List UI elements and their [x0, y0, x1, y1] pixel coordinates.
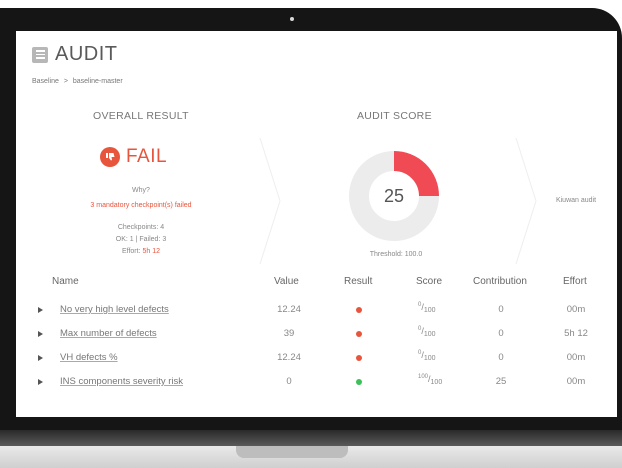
score-denominator: 100: [423, 355, 436, 362]
checkpoint-effort: 00m: [566, 376, 586, 387]
breadcrumb-separator: >: [63, 78, 68, 85]
result-fail-dot: [356, 307, 362, 313]
why-label: Why?: [132, 187, 150, 194]
status-fail-label: FAIL: [126, 146, 168, 167]
effort-summary: Effort: 5h 12: [76, 248, 206, 255]
page-title: AUDIT: [55, 43, 118, 65]
fail-reason[interactable]: 3 mandatory checkpoint(s) failed: [56, 202, 226, 209]
checkpoint-value: 39: [283, 328, 295, 339]
result-fail-dot: [356, 355, 362, 361]
effort-label: Effort:: [121, 248, 141, 255]
score-denominator: 100: [423, 331, 436, 338]
audit-score-donut: 25: [349, 151, 439, 241]
checkpoint-effort: 5h 12: [564, 328, 588, 339]
audit-score-title: AUDIT SCORE: [357, 110, 432, 122]
col-header-effort: Effort: [563, 276, 587, 287]
camera-icon: [290, 17, 294, 21]
checkpoint-contribution: 25: [495, 376, 507, 387]
ok-failed-count: OK: 1 | Failed: 3: [115, 236, 167, 243]
checkpoint-value: 0: [286, 376, 292, 387]
checkpoint-value: 12.24: [277, 352, 301, 363]
col-header-contribution: Contribution: [473, 276, 527, 287]
overall-result-title: OVERALL RESULT: [93, 110, 189, 122]
score-denominator: 100: [423, 307, 436, 314]
result-fail-dot: [356, 331, 362, 337]
thumbs-down-icon: [100, 147, 120, 167]
col-header-result: Result: [344, 276, 373, 287]
checkpoint-contribution: 0: [498, 352, 504, 363]
checkpoint-contribution: 0: [498, 328, 504, 339]
checkpoint-score: 0/100: [418, 326, 436, 338]
checkpoint-name-link[interactable]: Max number of defects: [60, 328, 157, 339]
col-header-value: Value: [274, 276, 299, 287]
checkpoint-score: 0/100: [418, 302, 436, 314]
checkpoint-name-link[interactable]: INS components severity risk: [60, 376, 183, 387]
page-header: AUDIT: [32, 43, 118, 66]
audit-score-value: 25: [383, 185, 405, 206]
checkpoints-count: Checkpoints: 4: [117, 224, 165, 231]
checkpoint-effort: 00m: [566, 352, 586, 363]
checkpoint-name-link[interactable]: VH defects %: [60, 352, 118, 363]
score-numerator: 0: [418, 326, 422, 332]
expand-row-arrow-icon[interactable]: [38, 307, 43, 313]
expand-row-arrow-icon[interactable]: [38, 331, 43, 337]
laptop-hinge: [0, 430, 622, 446]
checkpoint-score: 0/100: [418, 350, 436, 362]
checkpoint-effort: 00m: [566, 304, 586, 315]
checkpoint-value: 12.24: [277, 304, 301, 315]
score-denominator: 100: [430, 379, 443, 386]
checkpoint-name-link[interactable]: No very high level defects: [60, 304, 169, 315]
checkpoint-contribution: 0: [498, 304, 504, 315]
breadcrumb: Baseline > baseline-master: [32, 78, 126, 85]
col-header-name: Name: [52, 276, 79, 287]
result-pass-dot: [356, 379, 362, 385]
threshold-label: Threshold: 100.0: [369, 251, 423, 258]
score-numerator: 0: [418, 302, 422, 308]
score-numerator: 0: [418, 350, 422, 356]
col-header-score: Score: [416, 276, 443, 287]
breadcrumb-root[interactable]: Baseline: [32, 78, 59, 85]
app-screen: AUDIT Baseline > baseline-master OVERALL…: [16, 31, 617, 417]
fail-status: FAIL: [100, 146, 167, 168]
expand-row-arrow-icon[interactable]: [38, 355, 43, 361]
section-separator-chevron: [259, 137, 281, 265]
menu-icon[interactable]: [32, 46, 48, 63]
laptop-frame: AUDIT Baseline > baseline-master OVERALL…: [0, 0, 622, 468]
effort-value: 5h 12: [142, 248, 161, 255]
section-separator-chevron: [515, 137, 537, 265]
expand-row-arrow-icon[interactable]: [38, 379, 43, 385]
checkpoint-score: 100/100: [418, 374, 443, 386]
breadcrumb-current: baseline-master: [72, 78, 123, 85]
kiuwan-audit-label[interactable]: Kiuwan audit: [541, 197, 611, 204]
score-numerator: 100: [418, 374, 429, 380]
laptop-notch: [236, 446, 348, 458]
